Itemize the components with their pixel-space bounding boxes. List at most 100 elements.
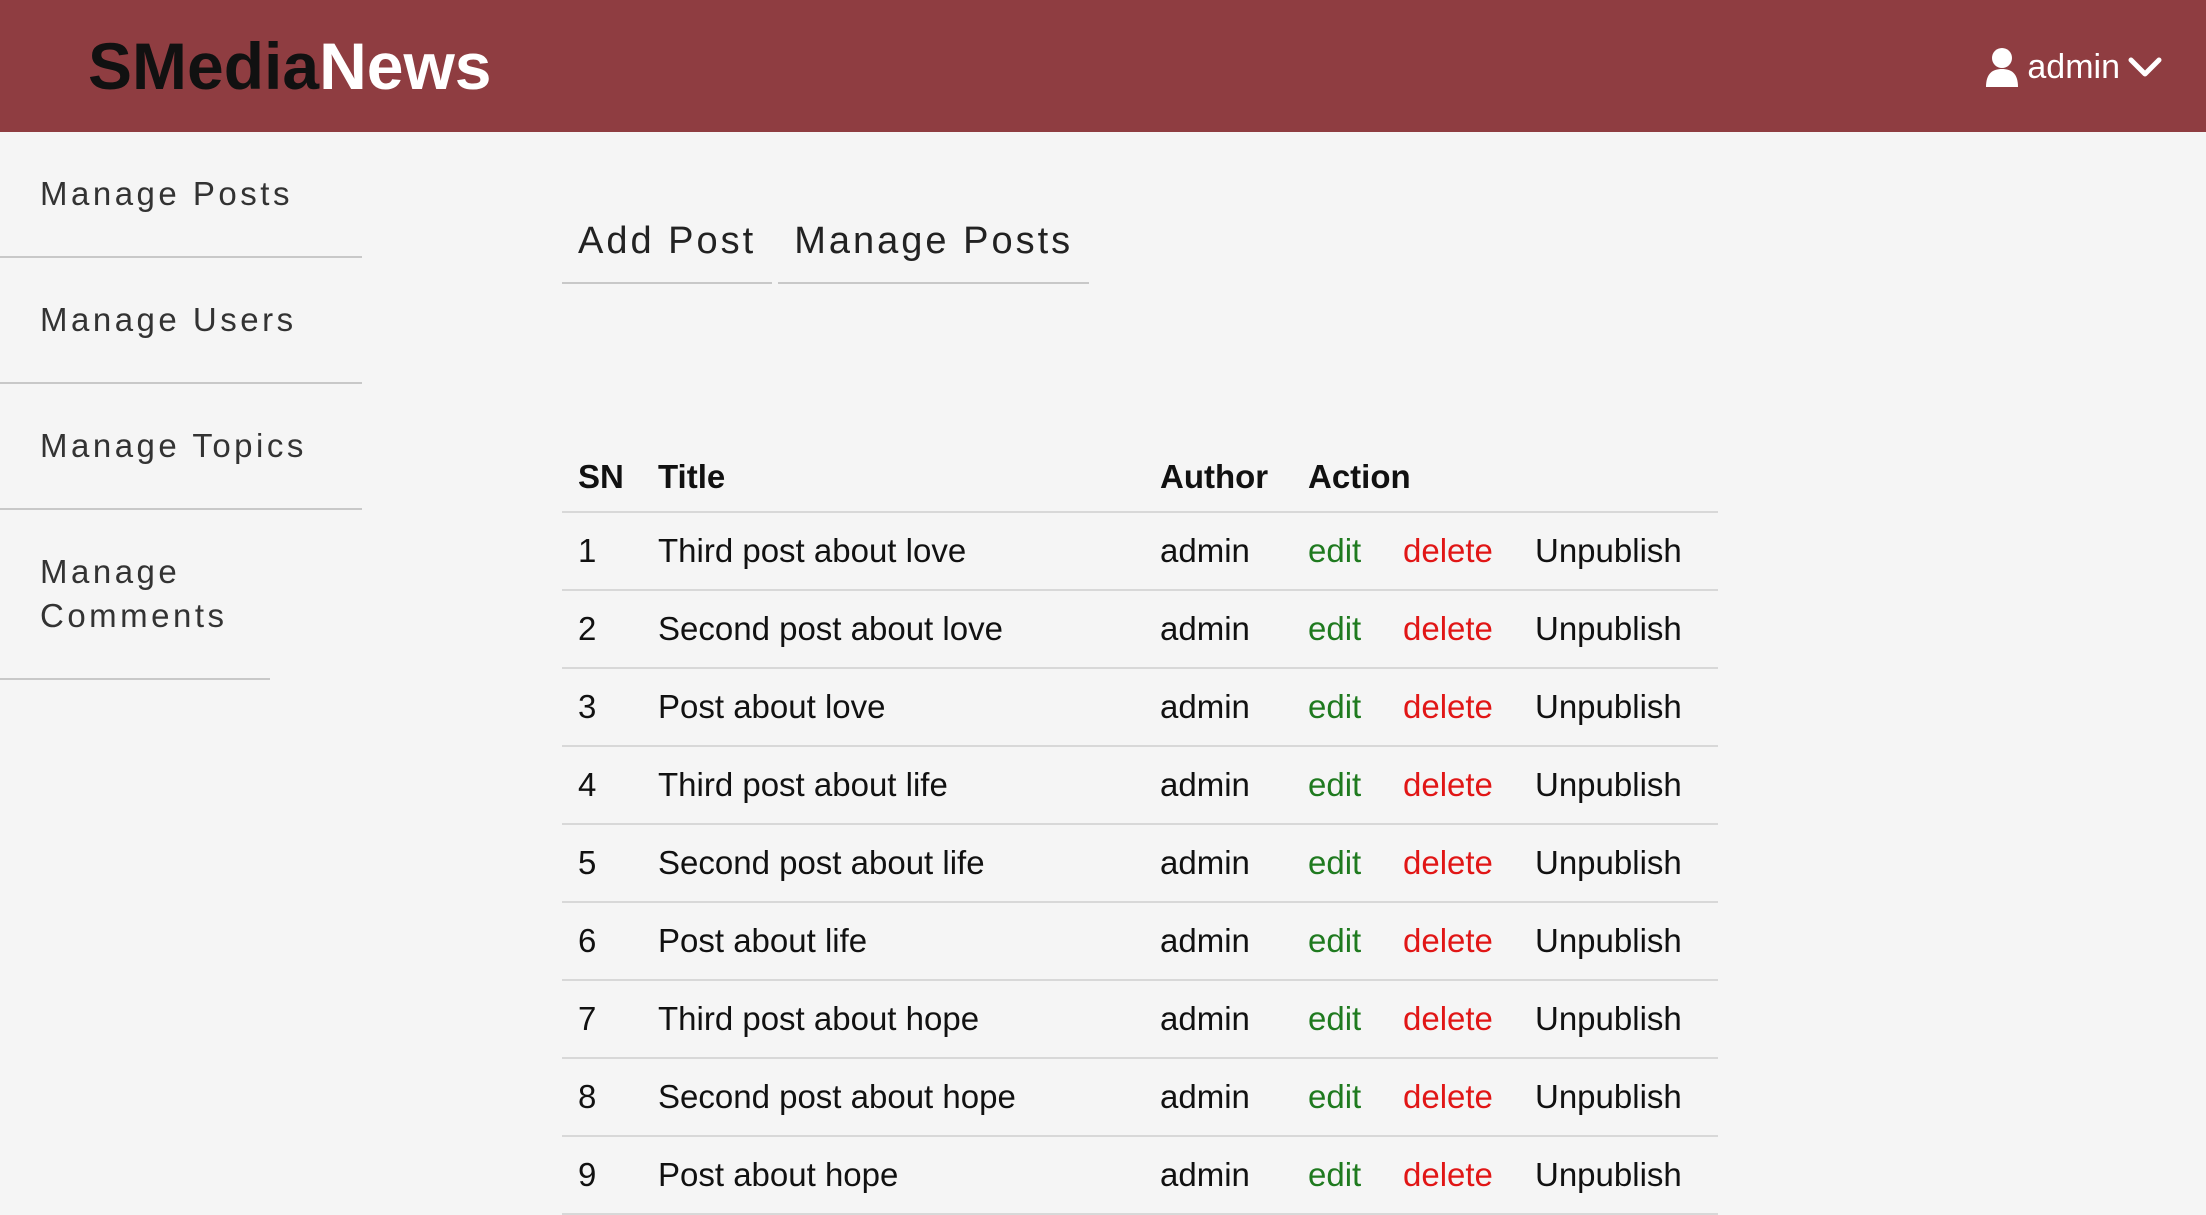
tab-add-post[interactable]: Add Post [562,208,773,284]
edit-link-cell: edit [1292,512,1387,591]
delete-link[interactable]: delete [1403,922,1493,959]
row-sn-cell: 3 [562,668,642,747]
row-sn-cell: 1 [562,512,642,591]
unpublish-link[interactable]: Unpublish [1535,1000,1682,1037]
row-sn: 1 [578,532,597,569]
row-sn: 7 [578,1000,597,1037]
table-row: 6 Post about life admin edit delete Unpublish [562,902,1718,981]
unpublish-link[interactable]: Unpublish [1535,844,1682,881]
edit-link-cell: edit [1292,824,1387,903]
edit-link[interactable]: edit [1308,532,1361,569]
logo-part-2: News [319,29,492,103]
row-author-cell: admin [1144,590,1292,669]
row-author: admin [1160,844,1250,881]
row-title: Post about life [658,922,868,959]
row-author-cell: admin [1144,824,1292,903]
row-sn: 3 [578,688,597,725]
unpublish-link[interactable]: Unpublish [1535,922,1682,959]
row-author-cell: admin [1144,902,1292,981]
edit-link[interactable]: edit [1308,1078,1361,1115]
row-title: Second post about life [658,844,985,881]
delete-link[interactable]: delete [1403,844,1493,881]
row-author-cell: admin [1144,980,1292,1059]
edit-link[interactable]: edit [1308,1000,1361,1037]
edit-link[interactable]: edit [1308,610,1361,647]
row-sn-cell: 2 [562,590,642,669]
unpublish-link-cell: Unpublish [1519,1136,1718,1215]
header-sn: SN [562,442,642,513]
row-title: Second post about love [658,610,1003,647]
row-title-cell: Third post about life [642,746,1144,825]
unpublish-link-cell: Unpublish [1519,902,1718,981]
row-author: admin [1160,688,1250,725]
site-logo[interactable]: SMediaNews [88,26,492,106]
row-author-cell: admin [1144,668,1292,747]
row-author-cell: admin [1144,746,1292,825]
row-title: Post about hope [658,1156,899,1193]
header-author: Author [1144,442,1292,513]
header-action: Action [1292,442,1718,513]
delete-link[interactable]: delete [1403,688,1493,725]
row-author: admin [1160,766,1250,803]
unpublish-link-cell: Unpublish [1519,824,1718,903]
delete-link-cell: delete [1387,980,1519,1059]
user-name: admin [2027,47,2120,86]
delete-link[interactable]: delete [1403,1078,1493,1115]
sidebar-item-manage-posts[interactable]: Manage Posts [0,132,362,258]
edit-link[interactable]: edit [1308,1156,1361,1193]
row-sn-cell: 6 [562,902,642,981]
user-icon [1986,48,2019,87]
unpublish-link[interactable]: Unpublish [1535,766,1682,803]
row-sn: 5 [578,844,597,881]
row-author: admin [1160,1000,1250,1037]
row-sn: 8 [578,1078,597,1115]
unpublish-link-cell: Unpublish [1519,980,1718,1059]
edit-link[interactable]: edit [1308,688,1361,725]
row-author-cell: admin [1144,1058,1292,1137]
unpublish-link[interactable]: Unpublish [1535,532,1682,569]
delete-link-cell: delete [1387,668,1519,747]
row-title: Third post about hope [658,1000,980,1037]
sidebar-item-manage-topics[interactable]: Manage Topics [0,384,362,510]
delete-link[interactable]: delete [1403,532,1493,569]
table-row: 4 Third post about life admin edit delete Unp… [562,746,1718,825]
delete-link-cell: delete [1387,590,1519,669]
row-title: Second post about hope [658,1078,1016,1115]
unpublish-link[interactable]: Unpublish [1535,1156,1682,1193]
row-sn: 6 [578,922,597,959]
delete-link[interactable]: delete [1403,610,1493,647]
unpublish-link[interactable]: Unpublish [1535,610,1682,647]
edit-link[interactable]: edit [1308,844,1361,881]
row-title-cell: Third post about hope [642,980,1144,1059]
table-row: 9 Post about hope admin edit delete Unpublish [562,1136,1718,1215]
delete-link-cell: delete [1387,824,1519,903]
edit-link-cell: edit [1292,1058,1387,1137]
row-author: admin [1160,1156,1250,1193]
delete-link-cell: delete [1387,1136,1519,1215]
edit-link[interactable]: edit [1308,766,1361,803]
unpublish-link-cell: Unpublish [1519,512,1718,591]
sidebar: Manage Posts Manage Users Manage Topics … [0,132,362,680]
row-author-cell: admin [1144,512,1292,591]
delete-link[interactable]: delete [1403,766,1493,803]
delete-link-cell: delete [1387,512,1519,591]
edit-link[interactable]: edit [1308,922,1361,959]
table-row: 1 Third post about love admin edit delete Unp… [562,512,1718,591]
delete-link[interactable]: delete [1403,1156,1493,1193]
row-sn-cell: 7 [562,980,642,1059]
unpublish-link[interactable]: Unpublish [1535,688,1682,725]
edit-link-cell: edit [1292,1136,1387,1215]
unpublish-link[interactable]: Unpublish [1535,1078,1682,1115]
row-sn-cell: 5 [562,824,642,903]
table-row: 7 Third post about hope admin edit delete Unp… [562,980,1718,1059]
logo-part-1: SMedia [88,29,320,103]
user-menu[interactable]: admin [1985,42,2162,92]
row-sn: 9 [578,1156,597,1193]
delete-link[interactable]: delete [1403,1000,1493,1037]
row-title-cell: Post about love [642,668,1144,747]
tab-manage-posts[interactable]: Manage Posts [778,208,1090,284]
sidebar-item-manage-comments[interactable]: Manage Comments [0,510,270,680]
row-sn: 2 [578,610,597,647]
sidebar-item-manage-users[interactable]: Manage Users [0,258,362,384]
row-sn-cell: 9 [562,1136,642,1215]
